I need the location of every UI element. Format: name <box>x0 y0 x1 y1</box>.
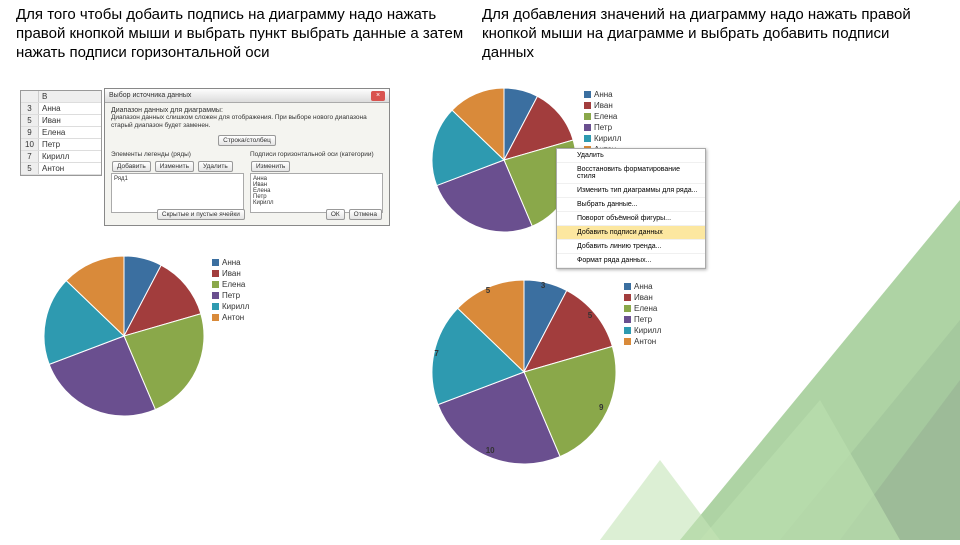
delete-button[interactable]: Удалить <box>198 161 233 172</box>
swap-button[interactable]: Строка/столбец <box>218 135 276 146</box>
pie-icon <box>44 256 204 416</box>
dialog-desc: Диапазон данных для диаграммы: <box>111 107 383 114</box>
legend-item: Антон <box>212 313 249 322</box>
legend-item: Анна <box>584 90 621 99</box>
instruction-right: Для добавления значений на диаграмму над… <box>482 6 940 62</box>
spreadsheet-snippet: B3Анна5Иван9Елена10Петр7Кирилл5Антон <box>20 90 102 176</box>
menu-item[interactable]: Формат ряда данных... <box>557 254 705 268</box>
menu-item[interactable]: Добавить линию тренда... <box>557 240 705 254</box>
menu-item[interactable]: Добавить подписи данных <box>557 226 705 240</box>
legend-item: Елена <box>584 112 621 121</box>
dialog-titlebar: Выбор источника данных × <box>105 89 389 103</box>
table-row: 5Антон <box>21 163 101 175</box>
hidden-cells-button[interactable]: Скрытые и пустые ячейки <box>157 209 245 220</box>
table-row: 10Петр <box>21 139 101 151</box>
legend-item: Петр <box>212 291 249 300</box>
instruction-left: Для того чтобы добаить подпись на диагра… <box>16 6 474 62</box>
data-label: 9 <box>599 403 603 412</box>
data-label: 5 <box>588 311 592 320</box>
menu-item[interactable]: Поворот объёмной фигуры... <box>557 212 705 226</box>
menu-item[interactable]: Удалить <box>557 149 705 163</box>
add-button[interactable]: Добавить <box>112 161 151 172</box>
data-label: 7 <box>434 349 438 358</box>
pie-icon <box>432 88 576 232</box>
series-label: Элементы легенды (ряды) <box>111 151 244 158</box>
data-label: 10 <box>486 446 495 455</box>
legend-item: Анна <box>212 258 249 267</box>
series-list[interactable]: Ряд1 <box>111 173 244 213</box>
edit-button[interactable]: Изменить <box>155 161 194 172</box>
legend-item: Петр <box>584 123 621 132</box>
table-row: 7Кирилл <box>21 151 101 163</box>
legend-item: Кирилл <box>584 134 621 143</box>
context-menu: УдалитьВосстановить форматирование стиля… <box>556 148 706 269</box>
cancel-button[interactable]: Отмена <box>349 209 382 220</box>
edit-cats-button[interactable]: Изменить <box>251 161 290 172</box>
legend-item: Анна <box>624 282 661 291</box>
close-icon[interactable]: × <box>371 91 385 101</box>
instruction-text: Для того чтобы добаить подпись на диагра… <box>16 6 940 62</box>
data-label: 3 <box>541 281 545 290</box>
legend-item: Елена <box>212 280 249 289</box>
pie-chart-bottom-right: 3 5 9 10 7 5 Анна Иван Елена Петр Кирилл Антон <box>432 280 661 464</box>
legend-item: Иван <box>584 101 621 110</box>
dialog-title: Выбор источника данных <box>109 92 191 99</box>
legend-item: Иван <box>624 293 661 302</box>
table-row: 5Иван <box>21 115 101 127</box>
legend-item: Иван <box>212 269 249 278</box>
legend-item: Петр <box>624 315 661 324</box>
select-data-dialog: Выбор источника данных × Диапазон данных… <box>104 88 390 226</box>
ok-button[interactable]: ОК <box>326 209 345 220</box>
menu-item[interactable]: Изменить тип диаграммы для ряда... <box>557 184 705 198</box>
categories-list[interactable]: АннаИванЕленаПетрКирилл <box>250 173 383 213</box>
dialog-note: Диапазон данных слишком сложен для отобр… <box>111 114 383 130</box>
legend-item: Антон <box>624 337 661 346</box>
data-label: 5 <box>486 286 490 295</box>
table-row: 3Анна <box>21 103 101 115</box>
table-row: 9Елена <box>21 127 101 139</box>
pie-chart-bottom-left: Анна Иван Елена Петр Кирилл Антон <box>44 256 249 416</box>
legend-item: Елена <box>624 304 661 313</box>
legend-item: Кирилл <box>212 302 249 311</box>
menu-item[interactable]: Восстановить форматирование стиля <box>557 163 705 184</box>
menu-item[interactable]: Выбрать данные... <box>557 198 705 212</box>
legend-item: Кирилл <box>624 326 661 335</box>
categories-label: Подписи горизонтальной оси (категории) <box>250 151 383 158</box>
pie-icon <box>432 280 616 464</box>
